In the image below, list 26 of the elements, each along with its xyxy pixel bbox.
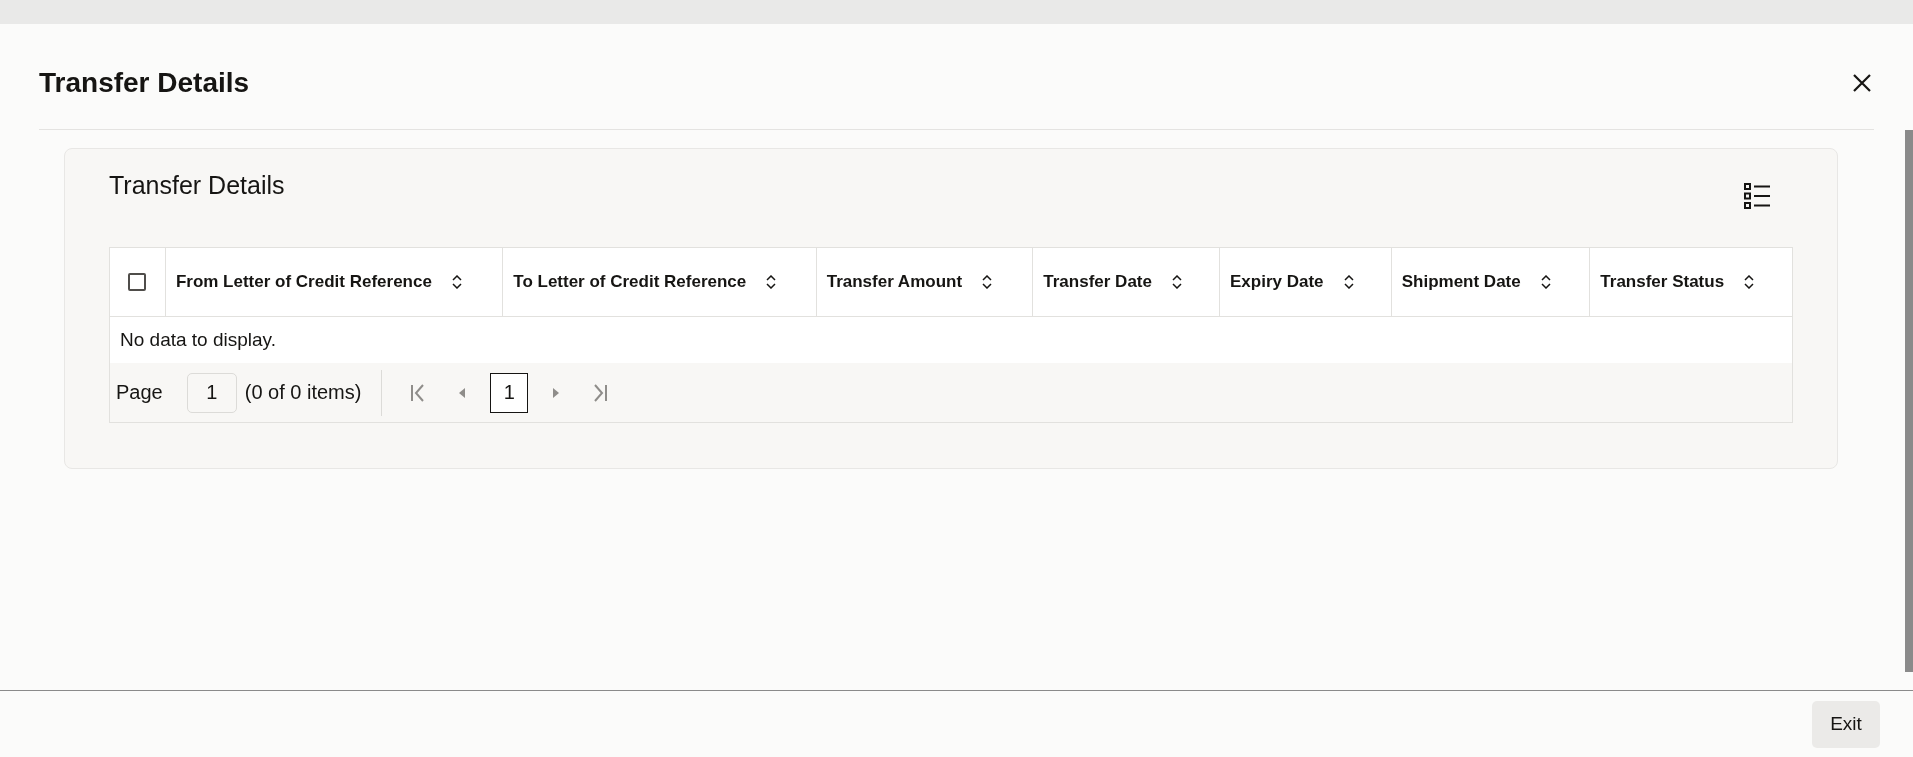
sort-icon[interactable] [982, 275, 993, 289]
sort-icon[interactable] [1540, 275, 1551, 289]
exit-button[interactable]: Exit [1812, 700, 1880, 748]
column-header[interactable]: Transfer Date [1033, 248, 1220, 316]
sort-icon[interactable] [1343, 275, 1354, 289]
panel-title: Transfer Details [109, 170, 285, 200]
sort-icon[interactable] [1744, 275, 1755, 289]
page-button[interactable]: 1 [490, 372, 529, 413]
column-list-icon[interactable] [1743, 182, 1771, 210]
scrollbar[interactable] [1905, 130, 1913, 672]
column-header[interactable]: To Letter of Credit Reference [503, 248, 817, 316]
column-header[interactable]: Expiry Date [1220, 248, 1392, 316]
column-header[interactable]: Transfer Amount [816, 248, 1034, 316]
page-label: Page [116, 381, 163, 404]
empty-message: No data to display. [119, 328, 277, 352]
column-header[interactable]: Transfer Status [1590, 248, 1792, 316]
select-all-checkbox[interactable] [128, 273, 147, 291]
column-header[interactable]: Shipment Date [1391, 248, 1591, 316]
item-count: (0 of 0 items) [244, 381, 362, 404]
column-header[interactable]: From Letter of Credit Reference [165, 248, 504, 316]
close-icon[interactable] [1852, 72, 1872, 93]
sort-icon[interactable] [1172, 275, 1182, 289]
sort-icon[interactable] [451, 275, 462, 289]
page-input[interactable]: 1 [186, 372, 237, 413]
dialog-title: Transfer Details [39, 66, 250, 99]
sort-icon[interactable] [766, 275, 777, 289]
